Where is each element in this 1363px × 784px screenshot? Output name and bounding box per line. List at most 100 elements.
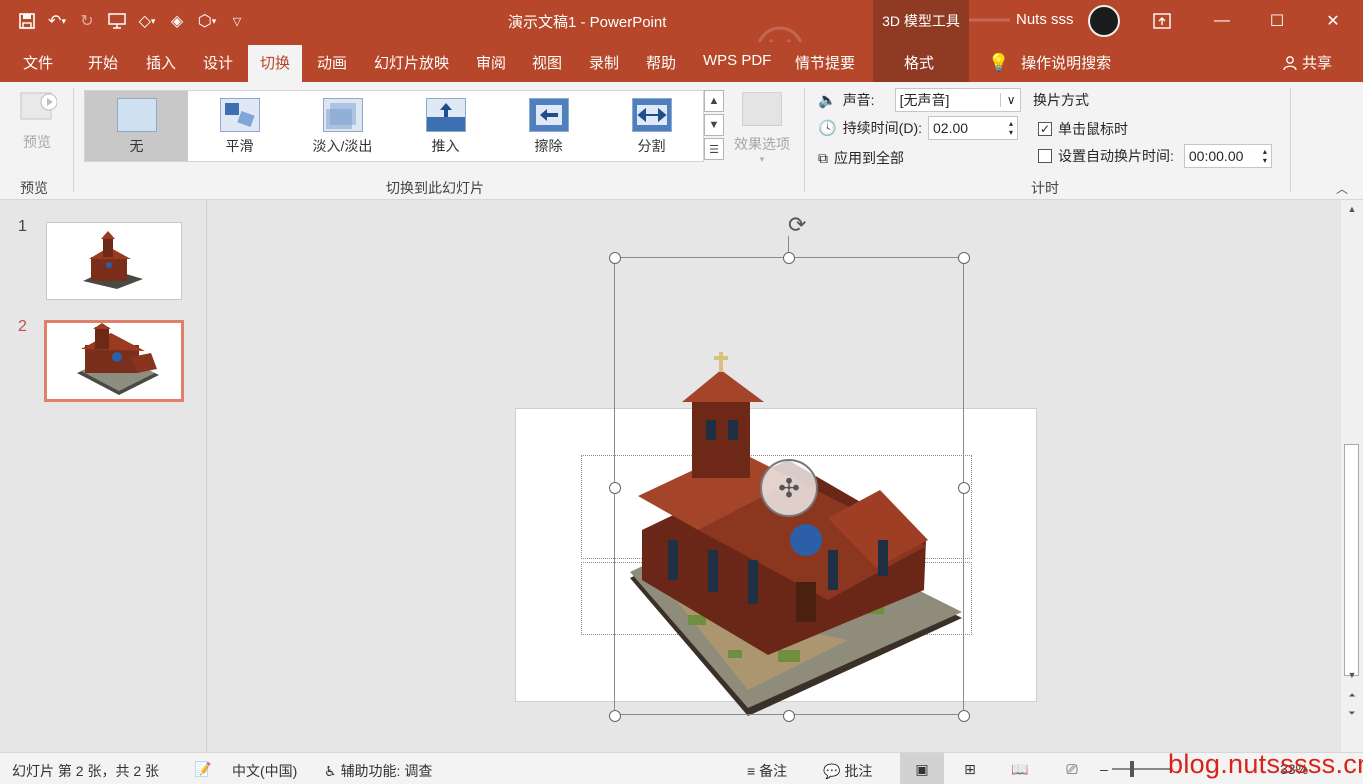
tab-wps-pdf[interactable]: WPS PDF [703, 52, 771, 69]
ribbon-tabs: 文件 开始 插入 设计 切换 动画 幻灯片放映 审阅 视图 录制 帮助 WPS … [0, 42, 1363, 82]
resize-handle[interactable] [609, 710, 621, 722]
gallery-scroll: ▲ ▼ ☰ [704, 90, 726, 162]
undo-icon[interactable]: ↶ ▾ [44, 8, 70, 34]
rotate-handle-icon[interactable]: ⟳ [788, 212, 806, 238]
transition-none[interactable]: 无 [85, 91, 188, 161]
slideshow-button[interactable]: ⎚ [1050, 753, 1094, 784]
transition-label: 淡入/淡出 [312, 138, 373, 154]
slide-thumbnails-pane: 1 2 [0, 200, 207, 752]
transition-split[interactable]: 分割 [600, 91, 703, 161]
tab-insert[interactable]: 插入 [146, 52, 176, 73]
auto-advance-input[interactable]: 00:00.00 ▴ ▾ [1183, 144, 1272, 168]
share-label: 共享 [1302, 55, 1333, 72]
on-click-checkbox[interactable]: ✓ [1038, 122, 1052, 136]
church-thumbnail-image [83, 231, 143, 289]
share-button[interactable]: 共享 [1282, 52, 1332, 73]
tab-file[interactable]: 文件 [23, 52, 53, 73]
group-label-preview: 预览 [20, 180, 48, 196]
tab-slideshow[interactable]: 幻灯片放映 [374, 52, 449, 73]
notes-button[interactable]: ≡ 备注 [747, 761, 787, 781]
preview-button[interactable]: 预览 [14, 90, 60, 152]
user-name[interactable]: Nuts sss [1016, 11, 1074, 28]
tab-format[interactable]: 格式 [904, 52, 934, 73]
auto-advance-value: 00:00.00 [1188, 148, 1244, 164]
tab-design[interactable]: 设计 [203, 52, 233, 73]
zoom-slider[interactable]: – [1100, 761, 1172, 777]
slide-editor: 题 ⟳ ✣ [208, 200, 1340, 752]
transition-morph[interactable]: 平滑 [188, 91, 291, 161]
slide-sorter-button[interactable]: ⊞ [948, 753, 992, 784]
zoom-out-icon[interactable]: – [1100, 761, 1108, 777]
comments-button[interactable]: 💬 批注 [823, 761, 872, 781]
reading-view-button[interactable]: 📖 [998, 753, 1042, 784]
spinner-icon[interactable]: ▴ ▾ [1263, 147, 1267, 165]
spell-check-icon[interactable]: 📝 [194, 761, 211, 778]
resize-handle[interactable] [958, 252, 970, 264]
close-icon[interactable]: ✕ [1321, 9, 1345, 33]
3d-rotate-control-icon[interactable]: ✣ [760, 459, 818, 517]
tab-review[interactable]: 审阅 [476, 52, 506, 73]
tab-help[interactable]: 帮助 [646, 52, 676, 73]
scroll-down-icon[interactable]: ▼ [1344, 670, 1360, 684]
transition-fade[interactable]: 淡入/淡出 [291, 91, 394, 161]
avatar[interactable] [1088, 5, 1120, 37]
resize-handle[interactable] [783, 710, 795, 722]
gallery-down-icon[interactable]: ▼ [704, 114, 724, 136]
advance-title: 换片方式 [1033, 90, 1089, 110]
minimize-icon[interactable]: — [1210, 9, 1234, 33]
reading-view-icon: 📖 [1011, 760, 1029, 777]
tab-view[interactable]: 视图 [532, 52, 562, 73]
customize-qat-icon[interactable]: ▽ [224, 8, 250, 34]
scroll-up-icon[interactable]: ▲ [1344, 204, 1360, 218]
person-icon [1283, 55, 1297, 70]
sound-row: 🔈 声音: [无声音] ∨ [818, 88, 1021, 112]
slide-thumbnail-1[interactable] [46, 222, 182, 300]
next-slide-icon[interactable]: ⏷ [1344, 708, 1360, 722]
effect-options-button[interactable]: 效果选项 ▾ [730, 90, 794, 165]
tab-record[interactable]: 录制 [589, 52, 619, 73]
collapse-ribbon-icon[interactable]: ︿ [1336, 180, 1348, 197]
transition-push[interactable]: 推入 [394, 91, 497, 161]
vertical-scrollbar[interactable]: ▲ ▼ ⏶ ⏷ [1341, 200, 1363, 752]
start-from-beginning-icon[interactable] [104, 8, 130, 34]
sound-dropdown[interactable]: [无声音] ∨ [894, 88, 1021, 112]
ribbon-display-options-icon[interactable] [1150, 9, 1174, 33]
transition-none-icon [116, 98, 157, 132]
auto-advance-checkbox[interactable] [1038, 149, 1052, 163]
pen-icon[interactable]: ◈ [164, 8, 190, 34]
comments-label: 批注 [844, 763, 873, 779]
effect-options-label: 效果选项 [734, 136, 790, 152]
tab-transitions[interactable]: 切换 [248, 45, 303, 82]
accessibility-check[interactable]: ♿ 辅助功能: 调查 [324, 761, 432, 781]
resize-handle[interactable] [958, 482, 970, 494]
resize-handle[interactable] [783, 252, 795, 264]
previous-slide-icon[interactable]: ⏶ [1344, 690, 1360, 704]
resize-handle[interactable] [609, 482, 621, 494]
gallery-more-icon[interactable]: ☰ [704, 138, 724, 160]
shapes-icon[interactable]: ◇ ▾ [134, 8, 160, 34]
3d-model-icon[interactable]: ⬡ ▾ [194, 8, 220, 34]
tell-me-search[interactable]: 💡 操作说明搜索 [988, 52, 1111, 73]
scroll-thumb[interactable] [1344, 444, 1359, 676]
gallery-up-icon[interactable]: ▲ [704, 90, 724, 112]
tab-animations[interactable]: 动画 [317, 52, 347, 73]
zoom-thumb[interactable] [1129, 761, 1134, 777]
normal-view-button[interactable]: ▣ [900, 753, 944, 784]
slide-count: 幻灯片 第 2 张，共 2 张 [12, 763, 160, 779]
transition-wipe[interactable]: 擦除 [497, 91, 600, 161]
apply-all-button[interactable]: ⧉ 应用到全部 [818, 148, 904, 168]
notes-label: 备注 [759, 763, 788, 779]
spinner-icon[interactable]: ▴ ▾ [1009, 119, 1013, 137]
maximize-icon[interactable]: ☐ [1265, 9, 1289, 33]
save-icon[interactable] [14, 8, 40, 34]
language[interactable]: 中文(中国) [232, 761, 297, 781]
transition-split-icon [631, 98, 672, 132]
tab-storyboard[interactable]: 情节提要 [795, 52, 855, 73]
resize-handle[interactable] [958, 710, 970, 722]
tab-home[interactable]: 开始 [88, 52, 118, 73]
redo-icon[interactable]: ↻ [74, 8, 100, 34]
resize-handle[interactable] [609, 252, 621, 264]
slide-thumbnail-2[interactable] [44, 320, 184, 402]
duration-input[interactable]: 02.00 ▴ ▾ [928, 116, 1019, 140]
transition-push-icon [425, 98, 466, 132]
